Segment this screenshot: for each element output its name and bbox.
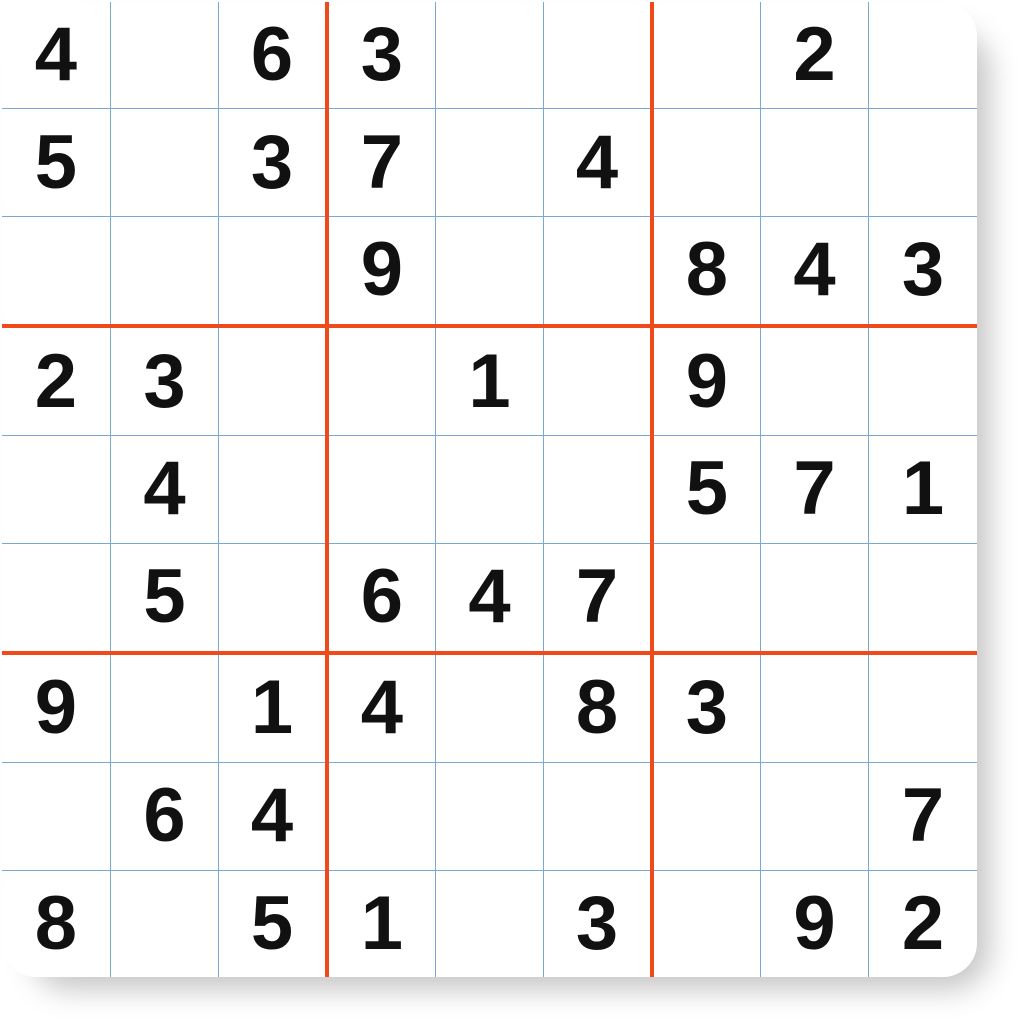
grid-cell[interactable] bbox=[110, 2, 218, 109]
grid-cell[interactable]: 8 bbox=[2, 870, 110, 977]
grid-row: 4 63 2 bbox=[2, 2, 977, 109]
grid-cell[interactable]: 9 bbox=[652, 326, 760, 436]
grid-cell[interactable]: 1 bbox=[219, 653, 327, 763]
grid-cell[interactable]: 5 bbox=[110, 543, 218, 653]
grid-cell[interactable]: 3 bbox=[110, 326, 218, 436]
grid-cell[interactable]: 8 bbox=[652, 216, 760, 326]
grid-cell[interactable] bbox=[219, 216, 327, 326]
grid-cell[interactable]: 1 bbox=[327, 870, 435, 977]
grid-cell[interactable] bbox=[2, 543, 110, 653]
grid-cell[interactable]: 4 bbox=[760, 216, 868, 326]
grid-cell[interactable] bbox=[652, 2, 760, 109]
sudoku-board: 46325374984323194571564791483647851392 bbox=[2, 2, 977, 977]
grid-cell[interactable]: 5 bbox=[219, 870, 327, 977]
grid-cell[interactable] bbox=[544, 216, 652, 326]
grid-cell[interactable]: 5 bbox=[652, 436, 760, 544]
grid-cell[interactable] bbox=[2, 436, 110, 544]
grid-cell[interactable]: 9 bbox=[327, 216, 435, 326]
grid-cell[interactable] bbox=[652, 870, 760, 977]
grid-cell[interactable]: 2 bbox=[869, 870, 977, 977]
grid-cell[interactable]: 5 bbox=[2, 109, 110, 217]
grid-cell[interactable] bbox=[110, 870, 218, 977]
grid-cell[interactable]: 7 bbox=[869, 763, 977, 871]
grid-cell[interactable] bbox=[760, 326, 868, 436]
grid-cell[interactable] bbox=[327, 436, 435, 544]
grid-cell[interactable]: 2 bbox=[760, 2, 868, 109]
grid-cell[interactable]: 1 bbox=[435, 326, 543, 436]
grid-cell[interactable] bbox=[219, 436, 327, 544]
sudoku-container: 46325374984323194571564791483647851392 bbox=[2, 2, 977, 977]
grid-cell[interactable] bbox=[2, 763, 110, 871]
sudoku-grid: 46325374984323194571564791483647851392 bbox=[2, 2, 977, 977]
grid-cell[interactable]: 6 bbox=[110, 763, 218, 871]
grid-cell[interactable]: 3 bbox=[544, 870, 652, 977]
grid-cell[interactable] bbox=[219, 326, 327, 436]
grid-cell[interactable] bbox=[652, 109, 760, 217]
grid-cell[interactable]: 4 bbox=[327, 653, 435, 763]
grid-cell[interactable]: 8 bbox=[544, 653, 652, 763]
grid-cell[interactable] bbox=[327, 763, 435, 871]
grid-row: 9 843 bbox=[2, 216, 977, 326]
grid-cell[interactable] bbox=[652, 763, 760, 871]
grid-cell[interactable] bbox=[435, 436, 543, 544]
grid-row: 5 37 4 bbox=[2, 109, 977, 217]
grid-cell[interactable] bbox=[869, 109, 977, 217]
grid-cell[interactable] bbox=[869, 543, 977, 653]
grid-cell[interactable]: 7 bbox=[544, 543, 652, 653]
grid-cell[interactable] bbox=[110, 653, 218, 763]
grid-cell[interactable] bbox=[869, 326, 977, 436]
grid-cell[interactable]: 4 bbox=[219, 763, 327, 871]
grid-cell[interactable] bbox=[435, 109, 543, 217]
grid-cell[interactable] bbox=[760, 109, 868, 217]
grid-cell[interactable]: 4 bbox=[110, 436, 218, 544]
grid-cell[interactable] bbox=[869, 2, 977, 109]
grid-cell[interactable] bbox=[760, 653, 868, 763]
grid-cell[interactable]: 9 bbox=[2, 653, 110, 763]
grid-cell[interactable]: 6 bbox=[219, 2, 327, 109]
grid-cell[interactable]: 7 bbox=[327, 109, 435, 217]
grid-cell[interactable] bbox=[435, 870, 543, 977]
grid-cell[interactable]: 7 bbox=[760, 436, 868, 544]
grid-row: 4 571 bbox=[2, 436, 977, 544]
grid-cell[interactable]: 1 bbox=[869, 436, 977, 544]
grid-cell[interactable] bbox=[544, 436, 652, 544]
grid-row: 23 19 bbox=[2, 326, 977, 436]
grid-cell[interactable] bbox=[435, 653, 543, 763]
grid-row: 5647 bbox=[2, 543, 977, 653]
grid-cell[interactable]: 4 bbox=[544, 109, 652, 217]
grid-cell[interactable] bbox=[544, 326, 652, 436]
grid-cell[interactable]: 3 bbox=[652, 653, 760, 763]
grid-cell[interactable] bbox=[652, 543, 760, 653]
grid-row: 91483 bbox=[2, 653, 977, 763]
grid-cell[interactable] bbox=[435, 216, 543, 326]
grid-cell[interactable]: 9 bbox=[760, 870, 868, 977]
grid-cell[interactable] bbox=[544, 763, 652, 871]
grid-cell[interactable] bbox=[869, 653, 977, 763]
grid-cell[interactable]: 4 bbox=[2, 2, 110, 109]
grid-cell[interactable] bbox=[219, 543, 327, 653]
grid-body: 46325374984323194571564791483647851392 bbox=[2, 2, 977, 977]
grid-cell[interactable] bbox=[435, 2, 543, 109]
grid-cell[interactable] bbox=[435, 763, 543, 871]
grid-cell[interactable] bbox=[110, 216, 218, 326]
grid-cell[interactable] bbox=[327, 326, 435, 436]
grid-cell[interactable]: 3 bbox=[327, 2, 435, 109]
grid-cell[interactable]: 3 bbox=[869, 216, 977, 326]
grid-row: 8 51 3 92 bbox=[2, 870, 977, 977]
grid-row: 64 7 bbox=[2, 763, 977, 871]
grid-cell[interactable] bbox=[2, 216, 110, 326]
grid-cell[interactable]: 6 bbox=[327, 543, 435, 653]
grid-cell[interactable] bbox=[760, 543, 868, 653]
grid-cell[interactable]: 2 bbox=[2, 326, 110, 436]
grid-cell[interactable] bbox=[760, 763, 868, 871]
grid-cell[interactable] bbox=[110, 109, 218, 217]
grid-cell[interactable]: 3 bbox=[219, 109, 327, 217]
grid-cell[interactable]: 4 bbox=[435, 543, 543, 653]
grid-cell[interactable] bbox=[544, 2, 652, 109]
